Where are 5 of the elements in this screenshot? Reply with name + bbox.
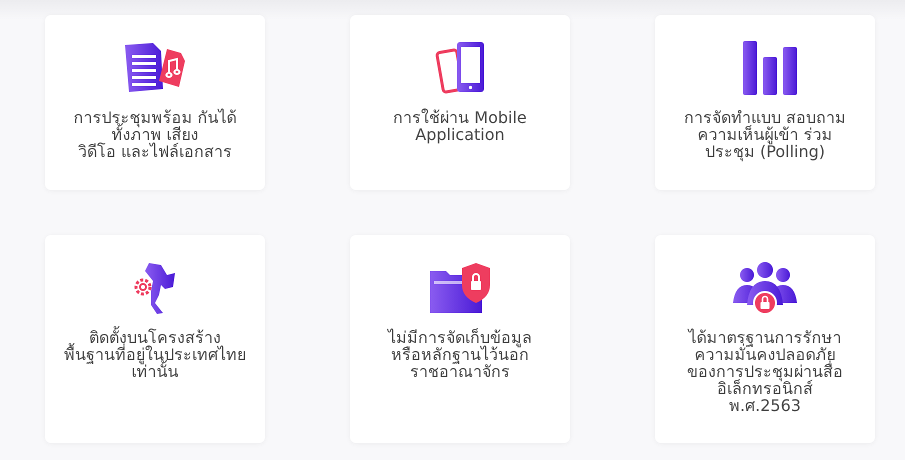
feature-caption: การจัดทำแบบ สอบถาม ความเห็นผู้เข้า ร่วม ประชุม (Polling) [684, 109, 846, 160]
feature-caption: ไม่มีการจัดเก็บข้อมูล หรือหลักฐานไว้นอก ราชอาณาจักร [388, 329, 532, 380]
feature-caption: ได้มาตรฐานการรักษา ความมั่นคงปลอดภัย ของการประชุมผ่านสื่อ อิเล็กทรอนิกส์ พ.ศ.2563 [687, 329, 843, 414]
feature-caption: การใช้ผ่าน Mobile Application [393, 109, 527, 143]
feature-caption: การประชุมพร้อม กันได้ ทั้งภาพ เสียง วิดีโอ และไฟล์เอกสาร [73, 109, 237, 160]
